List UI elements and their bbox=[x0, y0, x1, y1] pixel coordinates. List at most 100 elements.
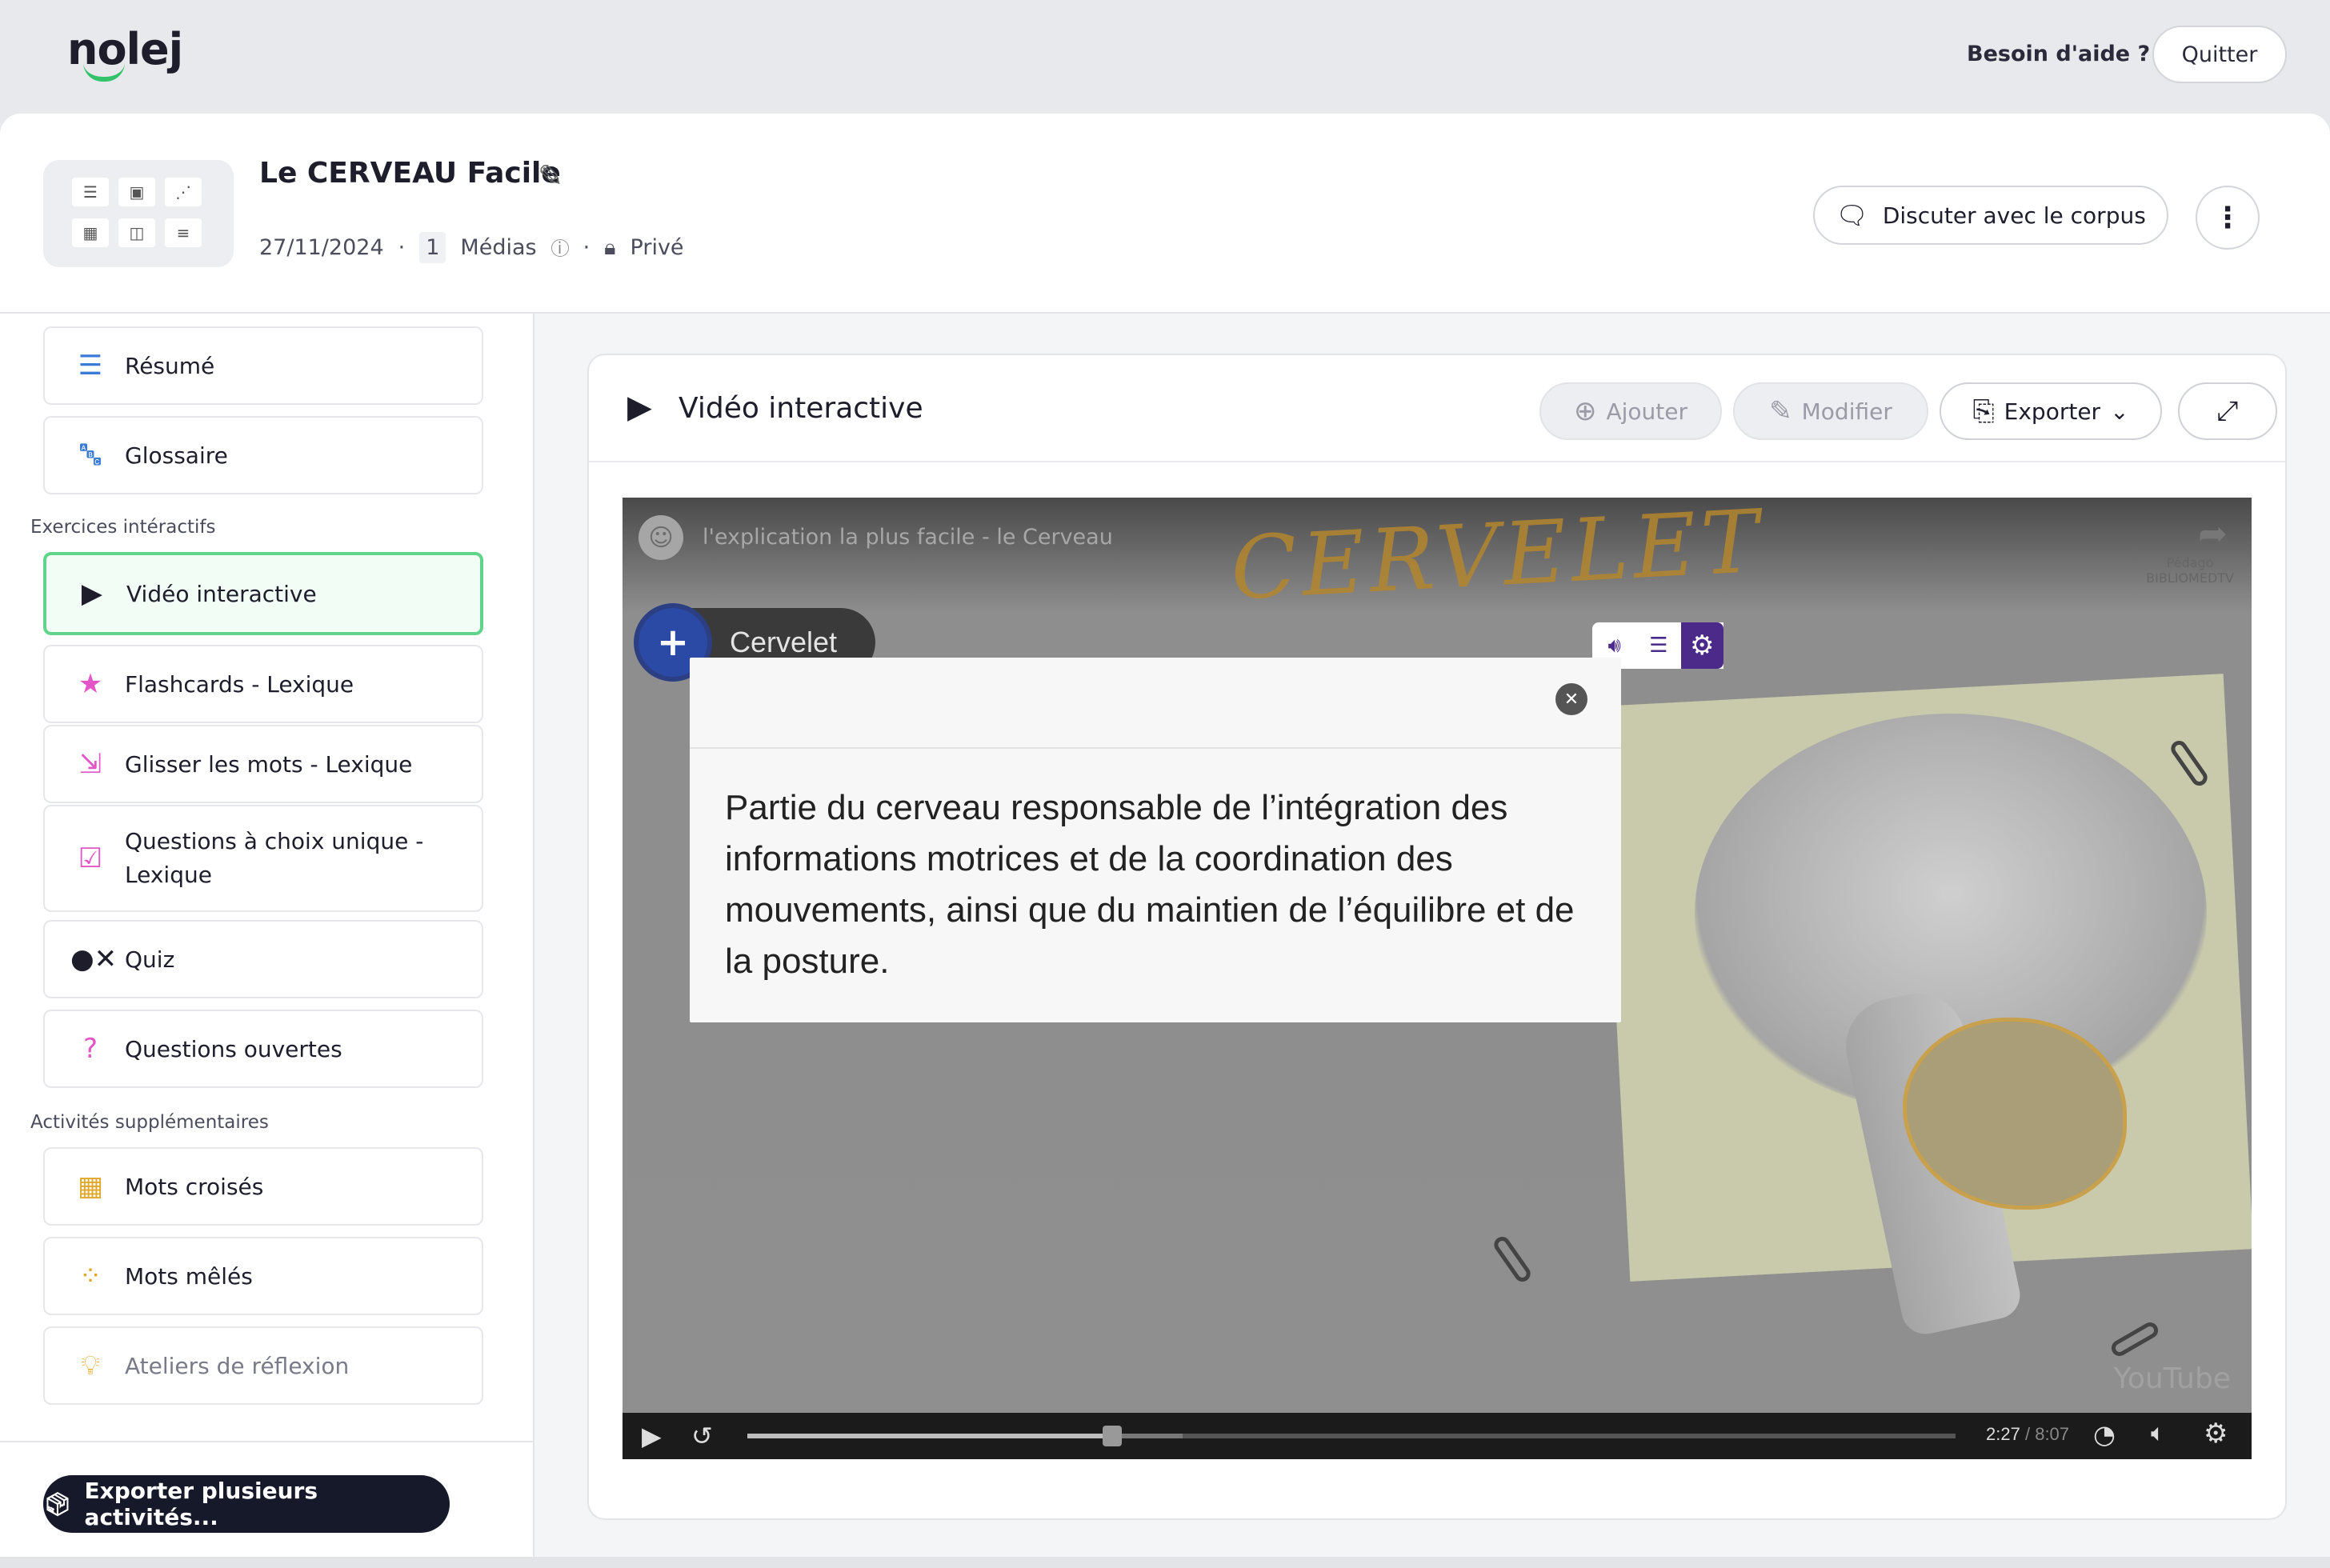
interactive-video-icon: ▶︎ bbox=[81, 578, 103, 610]
fullscreen-button[interactable]: ⤢ bbox=[2178, 382, 2277, 440]
sidebar-item-crossword[interactable]: ▦ Mots croisés bbox=[43, 1147, 483, 1226]
media-count: 1 bbox=[419, 232, 446, 263]
speaker-icon[interactable]: 🔊︎ bbox=[1592, 634, 1636, 658]
sidebar-item-label: Mots croisés bbox=[125, 1173, 264, 1200]
sidebar-item-flashcards[interactable]: ★ Flashcards - Lexique bbox=[43, 645, 483, 723]
visibility-label: Privé bbox=[630, 235, 684, 260]
video-controls: ▶ ↺ 2:27 / 8:07 ◔ 🔈︎ ⚙ bbox=[623, 1413, 2252, 1459]
project-header: ☰ ▣ ⋰ ▦ ◫ ≡ Le CERVEAU Facile ✎ 27/11/20… bbox=[0, 114, 2330, 314]
export-file-icon: ⎘ bbox=[1972, 395, 1995, 427]
sidebar-item-label: Questions à choix unique - Lexique bbox=[125, 828, 424, 888]
list-icon: ☰ bbox=[78, 350, 103, 382]
project-meta: 27/11/2024 · 1 Médias i · 🔒︎ Privé bbox=[259, 232, 684, 263]
sidebar-item-glossaire[interactable]: 🔤︎ Glossaire bbox=[43, 416, 483, 494]
sidebar-item-label: Glisser les mots - Lexique bbox=[125, 750, 413, 778]
sidebar-item-reflection[interactable]: 💡︎ Ateliers de réflexion bbox=[43, 1326, 483, 1405]
sidebar-item-label: Flashcards - Lexique bbox=[125, 670, 354, 698]
hotspot-popup: ✕ Partie du cerveau responsable de l’int… bbox=[690, 658, 1621, 1022]
activity-sidebar: ☰ Résumé 🔤︎ Glossaire Exercices intéract… bbox=[0, 314, 534, 1568]
play-icon[interactable]: ▶ bbox=[642, 1421, 662, 1451]
text-lines-icon: ≡ bbox=[165, 218, 202, 247]
volume-icon[interactable]: 🔈︎ bbox=[2151, 1419, 2165, 1447]
youtube-logo[interactable]: YouTube bbox=[2114, 1362, 2231, 1395]
sidebar-item-label: Résumé bbox=[125, 352, 215, 379]
sidebar-item-open-questions[interactable]: ? Questions ouvertes bbox=[43, 1010, 483, 1088]
interactive-video-icon: ▶︎ bbox=[627, 389, 652, 426]
progress-bar[interactable] bbox=[747, 1426, 1956, 1446]
export-multiple-button[interactable]: 📦︎ Exporter plusieurs activités... bbox=[43, 1475, 450, 1533]
glossary-icon: 🔤︎ bbox=[80, 439, 101, 471]
single-choice-icon: ☑ bbox=[78, 842, 103, 874]
pencil-icon: ✎ bbox=[1769, 395, 1792, 427]
quiz-icon: ●✕ bbox=[70, 943, 118, 975]
grid-icon: ▦ bbox=[72, 218, 109, 247]
export-dropdown-button[interactable]: ⎘ Exporter ⌄ bbox=[1940, 382, 2162, 440]
popup-text: Partie du cerveau responsable de l’intég… bbox=[725, 788, 1575, 981]
card-icon: ◫ bbox=[118, 218, 155, 247]
plus-circle-icon: ⊕ bbox=[1573, 395, 1597, 427]
export-multiple-label: Exporter plusieurs activités... bbox=[84, 1478, 318, 1530]
lightbulb-icon: 💡︎ bbox=[81, 1350, 100, 1382]
word-search-icon: ⁘ bbox=[78, 1260, 102, 1292]
text-size-icon[interactable]: ☰ bbox=[1636, 634, 1680, 658]
section-interactive-title: Exercices intéractifs bbox=[30, 517, 216, 538]
edit-button[interactable]: ✎ Modifier bbox=[1733, 382, 1928, 440]
expand-icon: ⤢ bbox=[2216, 395, 2239, 427]
sidebar-item-label: Quiz bbox=[125, 946, 175, 973]
project-date: 27/11/2024 bbox=[259, 235, 384, 260]
video-title[interactable]: l'explication la plus facile - le Cervea… bbox=[703, 525, 1113, 550]
edit-label: Modifier bbox=[1801, 398, 1892, 425]
sidebar-item-resume[interactable]: ☰ Résumé bbox=[43, 326, 483, 405]
sidebar-item-interactive-video[interactable]: ▶︎ Vidéo interactive bbox=[43, 552, 483, 635]
sidebar-item-single-choice[interactable]: ☑ Questions à choix unique - Lexique bbox=[43, 805, 483, 912]
export-label: Exporter bbox=[2004, 398, 2101, 425]
logo-smile-mark bbox=[83, 62, 125, 82]
chat-icon: 🗨︎ bbox=[1836, 200, 1868, 230]
list-icon: ☰ bbox=[72, 178, 109, 206]
channel-avatar-icon[interactable]: ☺ bbox=[639, 515, 683, 560]
replay-icon[interactable]: ↺ bbox=[691, 1421, 713, 1451]
project-title: Le CERVEAU Facile bbox=[259, 157, 561, 190]
sidebar-item-label: Mots mêlés bbox=[125, 1262, 253, 1290]
progress-handle[interactable] bbox=[1103, 1426, 1123, 1446]
panel-header: ▶︎ Vidéo interactive ⊕ Ajouter ✎ Modifie… bbox=[589, 355, 2285, 462]
flashcards-icon: ★ bbox=[78, 668, 103, 700]
share-icon[interactable]: ➦ bbox=[2198, 514, 2228, 554]
meta-separator: · bbox=[582, 235, 591, 260]
sidebar-item-word-search[interactable]: ⁘ Mots mêlés bbox=[43, 1237, 483, 1315]
top-bar: nolej Besoin d'aide ? Quitter bbox=[0, 0, 2330, 114]
sidebar-item-label: Vidéo interactive bbox=[126, 580, 317, 607]
chevron-down-icon: ⌄ bbox=[2110, 398, 2129, 425]
playback-speed-icon[interactable]: ◔ bbox=[2093, 1419, 2116, 1450]
settings-gear-icon[interactable]: ⚙ bbox=[2204, 1418, 2228, 1450]
image-icon: ▣ bbox=[118, 178, 155, 206]
hotspot-label: Cervelet bbox=[730, 626, 838, 658]
progress-fill bbox=[747, 1434, 1113, 1438]
edit-title-pencil-icon[interactable]: ✎ bbox=[538, 158, 563, 194]
drag-words-icon: ⇲ bbox=[78, 748, 102, 780]
discuss-corpus-button[interactable]: 🗨︎ Discuter avec le corpus bbox=[1813, 186, 2168, 245]
lock-icon: 🔒︎ bbox=[604, 234, 616, 260]
crossword-icon: ▦ bbox=[77, 1170, 104, 1202]
package-icon: 📦︎ bbox=[43, 1490, 72, 1518]
video-player[interactable]: CERVELET ☺ l'explication la plus facile … bbox=[623, 498, 2252, 1459]
open-questions-icon: ? bbox=[82, 1033, 98, 1065]
more-options-button[interactable]: ⋮ bbox=[2196, 186, 2260, 250]
popup-header: ✕ bbox=[690, 658, 1621, 749]
section-extra-title: Activités supplémentaires bbox=[30, 1112, 269, 1133]
meta-separator: · bbox=[398, 235, 406, 260]
add-button[interactable]: ⊕ Ajouter bbox=[1539, 382, 1722, 440]
sidebar-item-drag-words[interactable]: ⇲ Glisser les mots - Lexique bbox=[43, 725, 483, 803]
bottom-strip bbox=[0, 1557, 2330, 1568]
scatter-icon: ⋰ bbox=[165, 178, 202, 206]
info-icon[interactable]: i bbox=[550, 238, 569, 258]
close-icon[interactable]: ✕ bbox=[1555, 683, 1587, 715]
quit-button[interactable]: Quitter bbox=[2152, 26, 2287, 83]
panel-title: Vidéo interactive bbox=[679, 392, 923, 425]
channel-watermark: Pédago BIBLIOMEDTV bbox=[2146, 555, 2234, 586]
sidebar-footer-divider bbox=[0, 1441, 534, 1442]
help-link[interactable]: Besoin d'aide ? bbox=[1967, 42, 2150, 66]
gear-icon[interactable]: ⚙ bbox=[1680, 622, 1723, 669]
time-display: 2:27 / 8:07 bbox=[1986, 1424, 2070, 1444]
sidebar-item-quiz[interactable]: ●✕ Quiz bbox=[43, 920, 483, 998]
